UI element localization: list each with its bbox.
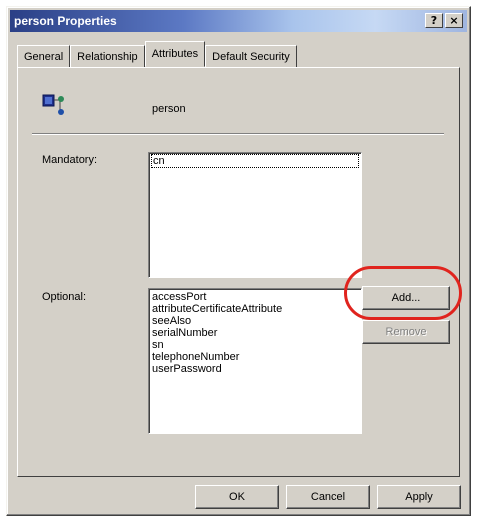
optional-label: Optional:: [42, 291, 87, 303]
list-item[interactable]: telephoneNumber: [152, 351, 358, 363]
list-item[interactable]: attributeCertificateAttribute: [152, 303, 358, 315]
optional-list[interactable]: accessPort attributeCertificateAttribute…: [148, 288, 362, 434]
class-name: person: [152, 103, 186, 115]
title-bar[interactable]: person Properties ? ×: [10, 10, 467, 32]
apply-button[interactable]: Apply: [377, 485, 461, 509]
help-button[interactable]: ?: [425, 13, 443, 28]
list-item[interactable]: accessPort: [152, 291, 358, 303]
separator: [32, 133, 444, 135]
cancel-button[interactable]: Cancel: [286, 485, 370, 509]
tab-relationship[interactable]: Relationship: [70, 45, 145, 67]
close-button[interactable]: ×: [445, 13, 463, 28]
tab-attributes[interactable]: Attributes: [144, 41, 206, 67]
tab-strip: General Relationship Attributes Default …: [17, 41, 297, 67]
mandatory-list[interactable]: cn: [148, 152, 362, 278]
list-item[interactable]: userPassword: [152, 363, 358, 375]
properties-dialog: person Properties ? × General Relationsh…: [6, 6, 471, 516]
highlight-circle: [344, 266, 462, 320]
mandatory-label: Mandatory:: [42, 154, 98, 166]
ok-button[interactable]: OK: [195, 485, 279, 509]
tab-default-security[interactable]: Default Security: [205, 45, 297, 67]
list-item[interactable]: serialNumber: [152, 327, 358, 339]
list-item[interactable]: seeAlso: [152, 315, 358, 327]
remove-button[interactable]: Remove: [362, 320, 450, 344]
list-item[interactable]: sn: [152, 339, 358, 351]
tab-general[interactable]: General: [17, 45, 71, 67]
list-item[interactable]: cn: [151, 154, 359, 168]
window-title: person Properties: [14, 14, 117, 28]
class-icon: [42, 94, 64, 115]
